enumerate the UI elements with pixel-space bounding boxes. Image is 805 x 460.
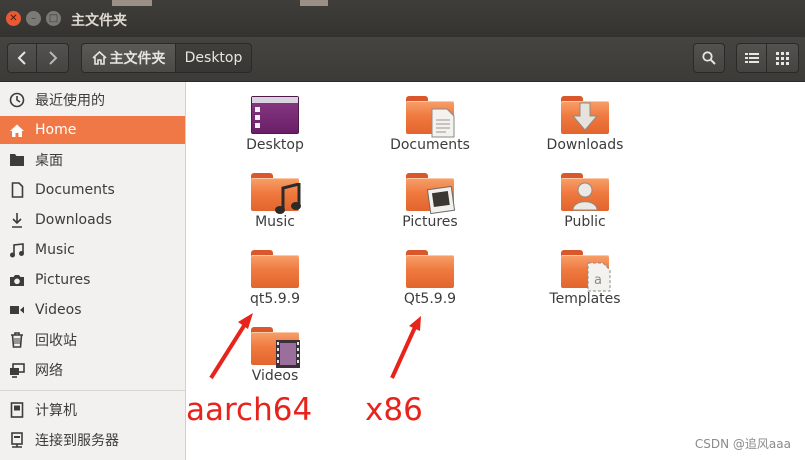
annotation-arrows xyxy=(209,313,421,380)
annotation-arrow-aarch64 xyxy=(209,319,249,380)
annotation-x86: x86 xyxy=(365,392,423,428)
watermark: CSDN @追风aaa xyxy=(694,437,791,451)
annotation-aarch64: aarch64 xyxy=(186,392,313,428)
annotation-arrow-x86 xyxy=(390,324,418,379)
annotation-arrowhead-aarch64 xyxy=(238,313,253,329)
